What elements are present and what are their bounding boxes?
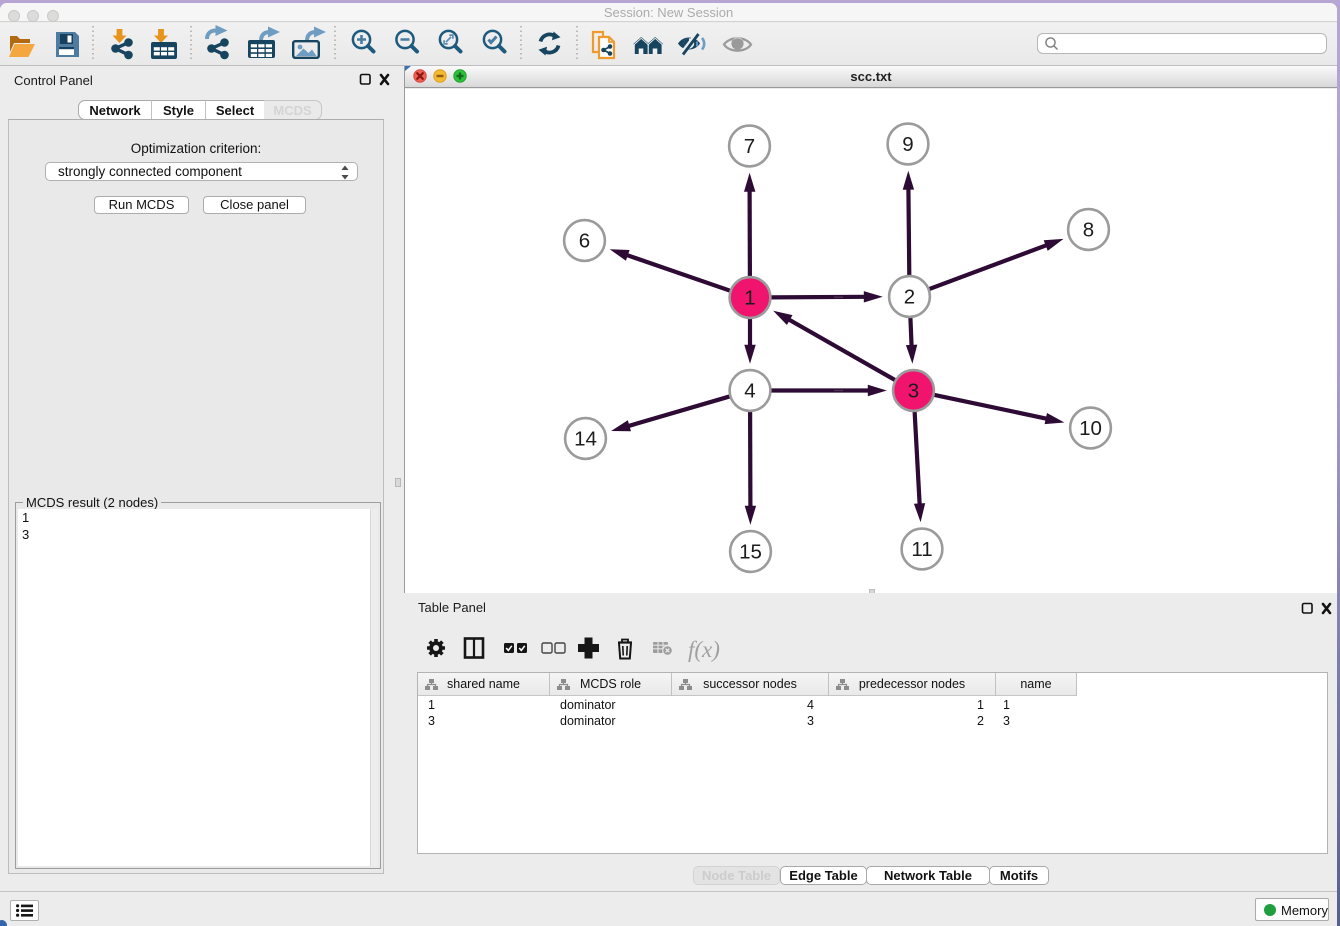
svg-text:7: 7 (744, 135, 755, 158)
svg-text:8: 8 (1083, 219, 1094, 242)
svg-text:15: 15 (739, 541, 762, 564)
svg-text:3: 3 (908, 380, 919, 403)
svg-text:14: 14 (574, 428, 597, 451)
svg-text:2: 2 (904, 286, 915, 309)
svg-text:1: 1 (744, 287, 755, 310)
svg-text:6: 6 (579, 230, 590, 253)
svg-text:9: 9 (902, 133, 913, 156)
svg-text:11: 11 (911, 538, 932, 561)
svg-text:4: 4 (744, 380, 755, 403)
svg-text:10: 10 (1079, 417, 1102, 440)
